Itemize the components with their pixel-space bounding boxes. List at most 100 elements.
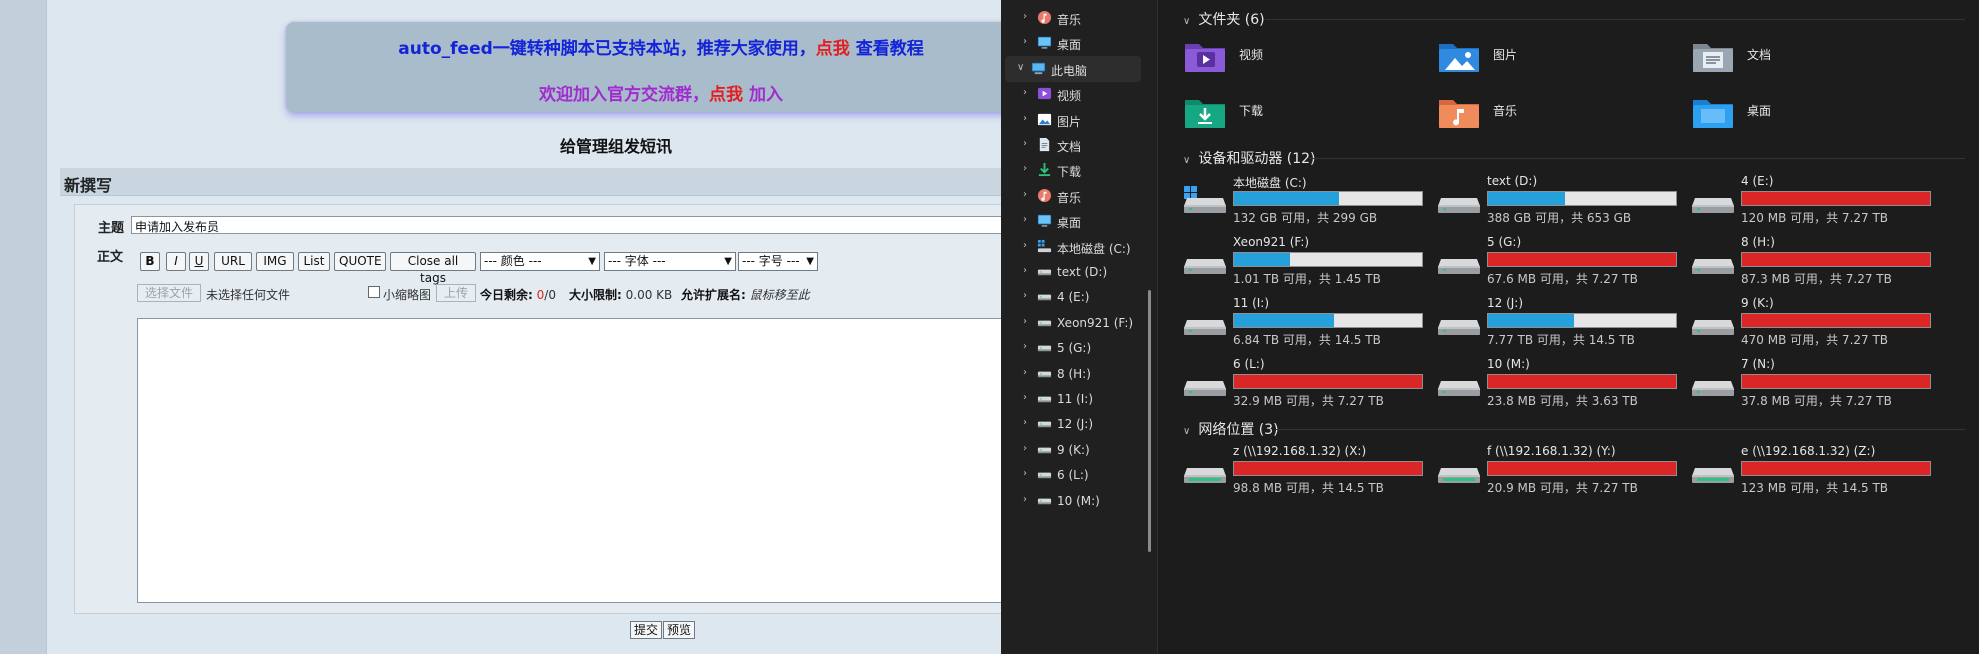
choose-file-button[interactable]: 选择文件 xyxy=(137,284,201,302)
font-select[interactable]: --- 字体 --- ▼ xyxy=(604,252,736,271)
nav-item[interactable]: › 桌面 xyxy=(1001,30,1158,56)
nav-item[interactable]: › 音乐 xyxy=(1001,5,1158,31)
nav-item[interactable]: › 4 (E:) xyxy=(1001,284,1158,310)
list-button[interactable]: List xyxy=(298,252,330,271)
italic-button[interactable]: I xyxy=(166,252,186,271)
drive-tile[interactable]: 本地磁盘 (C:) 132 GB 可用，共 299 GB xyxy=(1183,174,1433,226)
chevron-right-icon[interactable]: › xyxy=(1023,392,1027,403)
folder-tile[interactable]: 视频 xyxy=(1183,38,1383,82)
upload-button[interactable]: 上传 xyxy=(436,284,476,302)
preview-button[interactable]: 预览 xyxy=(663,621,696,639)
drives-section-header[interactable]: ∨ 设备和驱动器 (12) xyxy=(1183,148,1316,168)
drive-tile[interactable]: 12 (J:) 7.77 TB 可用，共 14.5 TB xyxy=(1437,296,1687,348)
nav-item[interactable]: › 10 (M:) xyxy=(1001,488,1158,514)
network-section-header[interactable]: ∨ 网络位置 (3) xyxy=(1183,419,1279,439)
img-button[interactable]: IMG xyxy=(256,252,294,271)
nav-item[interactable]: › 视频 xyxy=(1001,81,1158,107)
drive-tile[interactable]: 7 (N:) 37.8 MB 可用，共 7.27 TB xyxy=(1691,357,1941,409)
allowed-ext-value[interactable]: 鼠标移至此 xyxy=(750,288,810,302)
quote-button[interactable]: QUOTE xyxy=(334,252,386,271)
chevron-right-icon[interactable]: › xyxy=(1023,290,1027,301)
nav-item[interactable]: › 11 (I:) xyxy=(1001,386,1158,412)
folder-tile[interactable]: 音乐 xyxy=(1437,94,1637,138)
nav-item[interactable]: › 9 (K:) xyxy=(1001,437,1158,463)
nav-item[interactable]: › 5 (G:) xyxy=(1001,335,1158,361)
nav-item[interactable]: › 文档 xyxy=(1001,132,1158,158)
drive-tile[interactable]: 5 (G:) 67.6 MB 可用，共 7.27 TB xyxy=(1437,235,1687,287)
drive-tile[interactable]: 9 (K:) 470 MB 可用，共 7.27 TB xyxy=(1691,296,1941,348)
bold-button[interactable]: B xyxy=(140,252,160,271)
size-select[interactable]: --- 字号 --- ▼ xyxy=(738,252,818,271)
submit-button[interactable]: 提交 xyxy=(630,621,663,639)
thumbnail-checkbox[interactable] xyxy=(368,286,380,298)
section-divider xyxy=(1309,158,1965,159)
chevron-right-icon[interactable]: › xyxy=(1023,163,1027,174)
chevron-down-icon[interactable]: ∨ xyxy=(1183,16,1190,27)
color-select[interactable]: --- 颜色 --- ▼ xyxy=(480,252,600,271)
nav-item[interactable]: › 12 (J:) xyxy=(1001,411,1158,437)
chevron-right-icon[interactable]: › xyxy=(1023,316,1027,327)
drive-tile[interactable]: 11 (I:) 6.84 TB 可用，共 14.5 TB xyxy=(1183,296,1433,348)
nav-item[interactable]: › 8 (H:) xyxy=(1001,361,1158,387)
chevron-right-icon[interactable]: › xyxy=(1023,417,1027,428)
message-body-textarea[interactable] xyxy=(137,318,1001,603)
size-select-value: --- 字号 --- xyxy=(742,254,800,268)
drive-tile[interactable]: 10 (M:) 23.8 MB 可用，共 3.63 TB xyxy=(1437,357,1687,409)
chevron-right-icon[interactable]: › xyxy=(1023,494,1027,505)
chevron-right-icon[interactable]: › xyxy=(1023,443,1027,454)
drive-usage-bar xyxy=(1487,252,1677,267)
network-drive-tile[interactable]: e (\\192.168.1.32) (Z:) 123 MB 可用，共 14.5… xyxy=(1691,444,1941,496)
nav-item[interactable]: ∨ 此电脑 xyxy=(1005,55,1141,82)
folders-section-header[interactable]: ∨ 文件夹 (6) xyxy=(1183,9,1265,29)
nav-item[interactable]: › 图片 xyxy=(1001,107,1158,133)
close-all-tags-button[interactable]: Close all tags xyxy=(390,252,476,285)
network-drive-tile[interactable]: z (\\192.168.1.32) (X:) 98.8 MB 可用，共 14.… xyxy=(1183,444,1433,496)
chevron-right-icon[interactable]: › xyxy=(1023,87,1027,98)
nav-item[interactable]: › 桌面 xyxy=(1001,208,1158,234)
notice-link-join[interactable]: 点我 xyxy=(709,85,743,105)
nav-item[interactable]: › Xeon921 (F:) xyxy=(1001,310,1158,336)
nav-item[interactable]: › text (D:) xyxy=(1001,259,1158,285)
chevron-right-icon[interactable]: › xyxy=(1023,468,1027,479)
chevron-right-icon[interactable]: › xyxy=(1023,11,1027,22)
folder-tile[interactable]: 文档 xyxy=(1691,38,1891,82)
desktop-folder-icon xyxy=(1691,94,1735,132)
drive-tile[interactable]: 4 (E:) 120 MB 可用，共 7.27 TB xyxy=(1691,174,1941,226)
network-drive-tile[interactable]: f (\\192.168.1.32) (Y:) 20.9 MB 可用，共 7.2… xyxy=(1437,444,1687,496)
folder-tile[interactable]: 桌面 xyxy=(1691,94,1891,138)
nav-item[interactable]: › 音乐 xyxy=(1001,183,1158,209)
notice-link-join-text[interactable]: 加入 xyxy=(743,85,783,105)
underline-button[interactable]: U xyxy=(189,252,209,271)
chevron-right-icon[interactable]: › xyxy=(1023,240,1027,251)
notice-line-2: 欢迎加入官方交流群，点我 加入 xyxy=(286,80,1001,105)
chevron-right-icon[interactable]: › xyxy=(1023,113,1027,124)
chevron-right-icon[interactable]: › xyxy=(1023,189,1027,200)
drive-tile[interactable]: 6 (L:) 32.9 MB 可用，共 7.27 TB xyxy=(1183,357,1433,409)
drive-tile[interactable]: 8 (H:) 87.3 MB 可用，共 7.27 TB xyxy=(1691,235,1941,287)
chevron-right-icon[interactable]: › xyxy=(1023,265,1027,276)
drive-tile[interactable]: text (D:) 388 GB 可用，共 653 GB xyxy=(1437,174,1687,226)
nav-item-label: 12 (J:) xyxy=(1057,417,1094,432)
nav-item[interactable]: › 本地磁盘 (C:) xyxy=(1001,234,1158,260)
folder-tile[interactable]: 下载 xyxy=(1183,94,1383,138)
chevron-down-icon[interactable]: ∨ xyxy=(1183,426,1190,437)
url-button[interactable]: URL xyxy=(214,252,252,271)
remaining-quota: 今日剩余: 0/0 xyxy=(480,286,556,303)
drive-usage-fill xyxy=(1488,462,1676,475)
nav-item-label: 5 (G:) xyxy=(1057,341,1092,356)
notice-link-tutorial[interactable]: 查看教程 xyxy=(850,39,924,59)
chevron-down-icon[interactable]: ∨ xyxy=(1017,62,1024,73)
subject-input[interactable]: 申请加入发布员 xyxy=(131,216,1001,234)
notice-link-click-me[interactable]: 点我 xyxy=(816,39,850,59)
pictures-folder-icon xyxy=(1437,38,1481,76)
chevron-right-icon[interactable]: › xyxy=(1023,138,1027,149)
chevron-right-icon[interactable]: › xyxy=(1023,36,1027,47)
chevron-down-icon[interactable]: ∨ xyxy=(1183,155,1190,166)
chevron-right-icon[interactable]: › xyxy=(1023,214,1027,225)
nav-item[interactable]: › 下载 xyxy=(1001,157,1158,183)
chevron-right-icon[interactable]: › xyxy=(1023,367,1027,378)
drive-tile[interactable]: Xeon921 (F:) 1.01 TB 可用，共 1.45 TB xyxy=(1183,235,1433,287)
nav-item[interactable]: › 6 (L:) xyxy=(1001,462,1158,488)
folder-tile[interactable]: 图片 xyxy=(1437,38,1637,82)
chevron-right-icon[interactable]: › xyxy=(1023,341,1027,352)
